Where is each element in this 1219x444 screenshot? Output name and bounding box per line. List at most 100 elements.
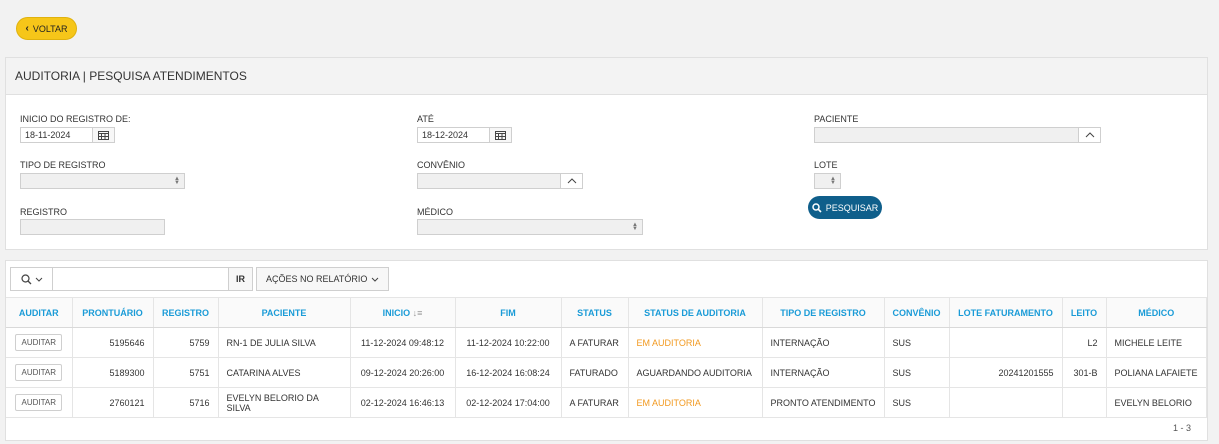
convenio-cell: SUS xyxy=(884,387,950,418)
paciente-cell: EVELYN BELORIO DA SILVA xyxy=(218,387,351,418)
report-panel: IR AÇÕES NO RELATÓRIO AUDITAR PRONTUÁRIO… xyxy=(5,260,1208,441)
table-row: AUDITAR 2760121 5716 EVELYN BELORIO DA S… xyxy=(6,387,1207,418)
report-search-input[interactable] xyxy=(53,267,229,291)
column-header-status[interactable]: STATUS xyxy=(561,297,629,328)
inicio-date-field[interactable]: 18-11-2024 xyxy=(20,127,115,143)
registro-label: REGISTRO xyxy=(20,207,68,217)
tipo-registro-cell: INTERNAÇÃO xyxy=(762,357,885,388)
audit-cell: AUDITAR xyxy=(6,387,73,418)
calendar-icon[interactable] xyxy=(489,128,511,142)
leito-cell: 301-B xyxy=(1062,357,1107,388)
paciente-cell: RN-1 DE JULIA SILVA xyxy=(218,327,351,358)
sort-arrows-icon: ▲ ▼ xyxy=(632,222,638,232)
status-cell: FATURADO xyxy=(561,357,629,388)
ate-date-field[interactable]: 18-12-2024 xyxy=(417,127,512,143)
column-header-tipo-registro[interactable]: TIPO DE REGISTRO xyxy=(762,297,885,328)
report-toolbar: IR AÇÕES NO RELATÓRIO xyxy=(10,267,390,291)
go-button[interactable]: IR xyxy=(229,267,253,291)
back-button[interactable]: ‹ VOLTAR xyxy=(16,17,77,40)
chevron-down-icon xyxy=(372,277,379,282)
audit-button[interactable]: AUDITAR xyxy=(15,364,63,381)
tipo-registro-cell: INTERNAÇÃO xyxy=(762,327,885,358)
inicio-cell: 09-12-2024 20:26:00 xyxy=(350,357,456,388)
status-auditoria-cell: EM AUDITORIA xyxy=(628,387,763,418)
fim-cell: 02-12-2024 17:04:00 xyxy=(455,387,562,418)
medico-cell: EVELYN BELORIO xyxy=(1106,387,1207,418)
audit-cell: AUDITAR xyxy=(6,357,73,388)
report-actions-label: AÇÕES NO RELATÓRIO xyxy=(266,274,368,284)
paciente-label: PACIENTE xyxy=(814,114,859,124)
back-button-label: VOLTAR xyxy=(32,23,68,34)
lote-label: LOTE xyxy=(814,160,838,170)
ate-label: ATÉ xyxy=(417,114,434,124)
inicio-header-label: INICIO xyxy=(382,307,411,318)
search-column-dropdown[interactable] xyxy=(10,267,53,291)
search-icon xyxy=(20,273,31,284)
inicio-cell: 02-12-2024 16:46:13 xyxy=(350,387,456,418)
medico-cell: MICHELE LEITE xyxy=(1106,327,1207,358)
fim-cell: 16-12-2024 16:08:24 xyxy=(455,357,562,388)
table-header-row: AUDITAR PRONTUÁRIO REGISTRO PACIENTE INI… xyxy=(6,297,1207,328)
chevron-up-icon[interactable] xyxy=(560,174,582,188)
column-header-paciente[interactable]: PACIENTE xyxy=(218,297,351,328)
prontuario-cell: 2760121 xyxy=(72,387,154,418)
chevron-down-icon xyxy=(35,277,42,282)
table-row: AUDITAR 5189300 5751 CATARINA ALVES 09-1… xyxy=(6,357,1207,388)
pagination-info: 1 - 3 xyxy=(1172,423,1191,433)
ate-date-value: 18-12-2024 xyxy=(422,130,469,140)
column-header-auditar[interactable]: AUDITAR xyxy=(6,297,73,328)
sort-arrows-icon: ▲ ▼ xyxy=(174,176,180,186)
prontuario-cell: 5195646 xyxy=(72,327,154,358)
registro-input[interactable] xyxy=(20,219,165,235)
paciente-field[interactable] xyxy=(814,127,1101,143)
column-header-fim[interactable]: FIM xyxy=(455,297,562,328)
inicio-label: INICIO DO REGISTRO DE: xyxy=(20,114,131,124)
audit-button[interactable]: AUDITAR xyxy=(15,334,63,351)
calendar-icon[interactable] xyxy=(92,128,114,142)
lote-cell xyxy=(949,387,1063,418)
leito-cell xyxy=(1062,387,1107,418)
search-button[interactable]: PESQUISAR xyxy=(808,196,882,219)
convenio-field[interactable] xyxy=(417,173,583,189)
lote-cell xyxy=(949,327,1063,358)
status-cell: A FATURAR xyxy=(561,327,629,358)
registro-cell: 5716 xyxy=(153,387,219,418)
sort-arrows-icon: ▲ ▼ xyxy=(830,176,836,186)
chevron-left-icon: ‹ xyxy=(25,23,29,34)
convenio-cell: SUS xyxy=(884,327,950,358)
sort-descending-icon: ↓≡ xyxy=(412,307,423,318)
search-button-label: PESQUISAR xyxy=(825,202,879,213)
medico-select[interactable]: ▲ ▼ xyxy=(417,219,643,235)
status-auditoria-cell: AGUARDANDO AUDITORIA xyxy=(628,357,763,388)
audit-cell: AUDITAR xyxy=(6,327,73,358)
column-header-convenio[interactable]: CONVÊNIO xyxy=(884,297,950,328)
status-auditoria-cell: EM AUDITORIA xyxy=(628,327,763,358)
convenio-cell: SUS xyxy=(884,357,950,388)
lote-select[interactable]: ▲ ▼ xyxy=(814,173,841,189)
prontuario-cell: 5189300 xyxy=(72,357,154,388)
medico-label: MÉDICO xyxy=(417,207,453,217)
report-actions-button[interactable]: AÇÕES NO RELATÓRIO xyxy=(256,267,390,291)
column-header-inicio[interactable]: INICIO ↓≡ xyxy=(350,297,456,328)
chevron-up-icon[interactable] xyxy=(1078,128,1100,142)
fim-cell: 11-12-2024 10:22:00 xyxy=(455,327,562,358)
column-header-medico[interactable]: MÉDICO xyxy=(1106,297,1207,328)
column-header-registro[interactable]: REGISTRO xyxy=(153,297,219,328)
report-table: AUDITAR PRONTUÁRIO REGISTRO PACIENTE INI… xyxy=(6,297,1207,418)
tipo-registro-select[interactable]: ▲ ▼ xyxy=(20,173,185,189)
convenio-label: CONVÊNIO xyxy=(417,160,466,170)
panel-title: AUDITORIA | PESQUISA ATENDIMENTOS xyxy=(6,58,1207,95)
column-header-prontuario[interactable]: PRONTUÁRIO xyxy=(72,297,154,328)
registro-cell: 5759 xyxy=(153,327,219,358)
tipo-registro-label: TIPO DE REGISTRO xyxy=(20,160,106,170)
medico-cell: POLIANA LAFAIETE xyxy=(1106,357,1207,388)
status-cell: A FATURAR xyxy=(561,387,629,418)
registro-cell: 5751 xyxy=(153,357,219,388)
column-header-leito[interactable]: LEITO xyxy=(1062,297,1107,328)
audit-button[interactable]: AUDITAR xyxy=(15,394,63,411)
leito-cell: L2 xyxy=(1062,327,1107,358)
inicio-cell: 11-12-2024 09:48:12 xyxy=(350,327,456,358)
column-header-lote-faturamento[interactable]: LOTE FATURAMENTO xyxy=(949,297,1063,328)
inicio-date-value: 18-11-2024 xyxy=(25,130,71,140)
column-header-status-auditoria[interactable]: STATUS DE AUDITORIA xyxy=(628,297,763,328)
